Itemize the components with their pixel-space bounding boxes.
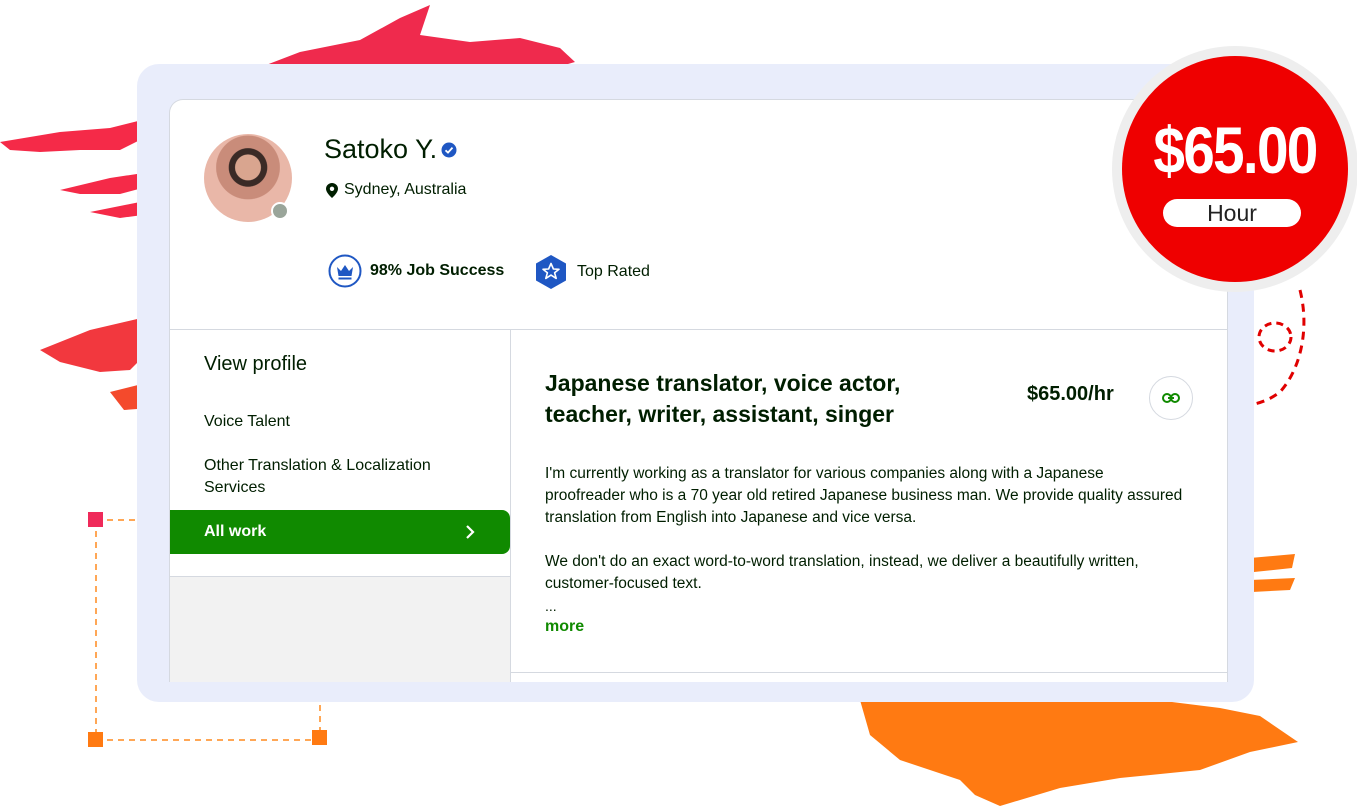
location-text: Sydney, Australia: [344, 181, 467, 198]
star-badge-icon: [536, 255, 566, 289]
sidebar-item-all-work[interactable]: All work: [170, 510, 510, 554]
divider: [511, 672, 1227, 673]
top-rated-badge[interactable]: Top Rated: [534, 254, 650, 290]
profile-name[interactable]: Satoko Y.: [324, 134, 457, 165]
verified-icon: [441, 142, 457, 157]
sidebar-item-voice-talent[interactable]: Voice Talent: [204, 411, 484, 433]
hourly-rate: $65.00/hr: [1027, 383, 1114, 405]
chevron-right-icon: [466, 525, 475, 539]
crown-icon: [328, 254, 362, 288]
job-success-badge[interactable]: 98% Job Success: [328, 254, 504, 288]
sidebar-item-label: All work: [204, 523, 267, 540]
price-badge-value: $65.00: [1153, 113, 1318, 187]
status-dot: [271, 202, 289, 220]
profile-headline: Japanese translator, voice actor, teache…: [545, 370, 901, 427]
location-pin-icon: [326, 182, 338, 198]
link-icon: [1162, 393, 1180, 403]
sidebar-item-translation[interactable]: Other Translation & Localization Service…: [204, 455, 484, 499]
top-rated-text: Top Rated: [577, 263, 650, 280]
profile-name-text: Satoko Y.: [324, 134, 438, 164]
divider: [510, 329, 511, 682]
freelancer-profile-card: Satoko Y. Sydney, Australia 98% Job Succ…: [169, 99, 1228, 682]
copy-link-button[interactable]: [1149, 376, 1193, 420]
divider: [170, 329, 1227, 330]
profile-overview-paragraph: I'm currently working as a translator fo…: [545, 465, 1183, 526]
price-badge-unit: Hour: [1163, 199, 1301, 227]
profile-overview-paragraph: We don't do an exact word-to-word transl…: [545, 553, 1139, 592]
more-link[interactable]: more: [545, 618, 584, 636]
job-success-text: 98% Job Success: [370, 262, 505, 279]
profile-location: Sydney, Australia: [326, 181, 466, 199]
overview-ellipsis: ...: [545, 598, 557, 614]
sidebar-title: View profile: [204, 353, 308, 375]
sidebar-empty-area: [170, 577, 510, 682]
